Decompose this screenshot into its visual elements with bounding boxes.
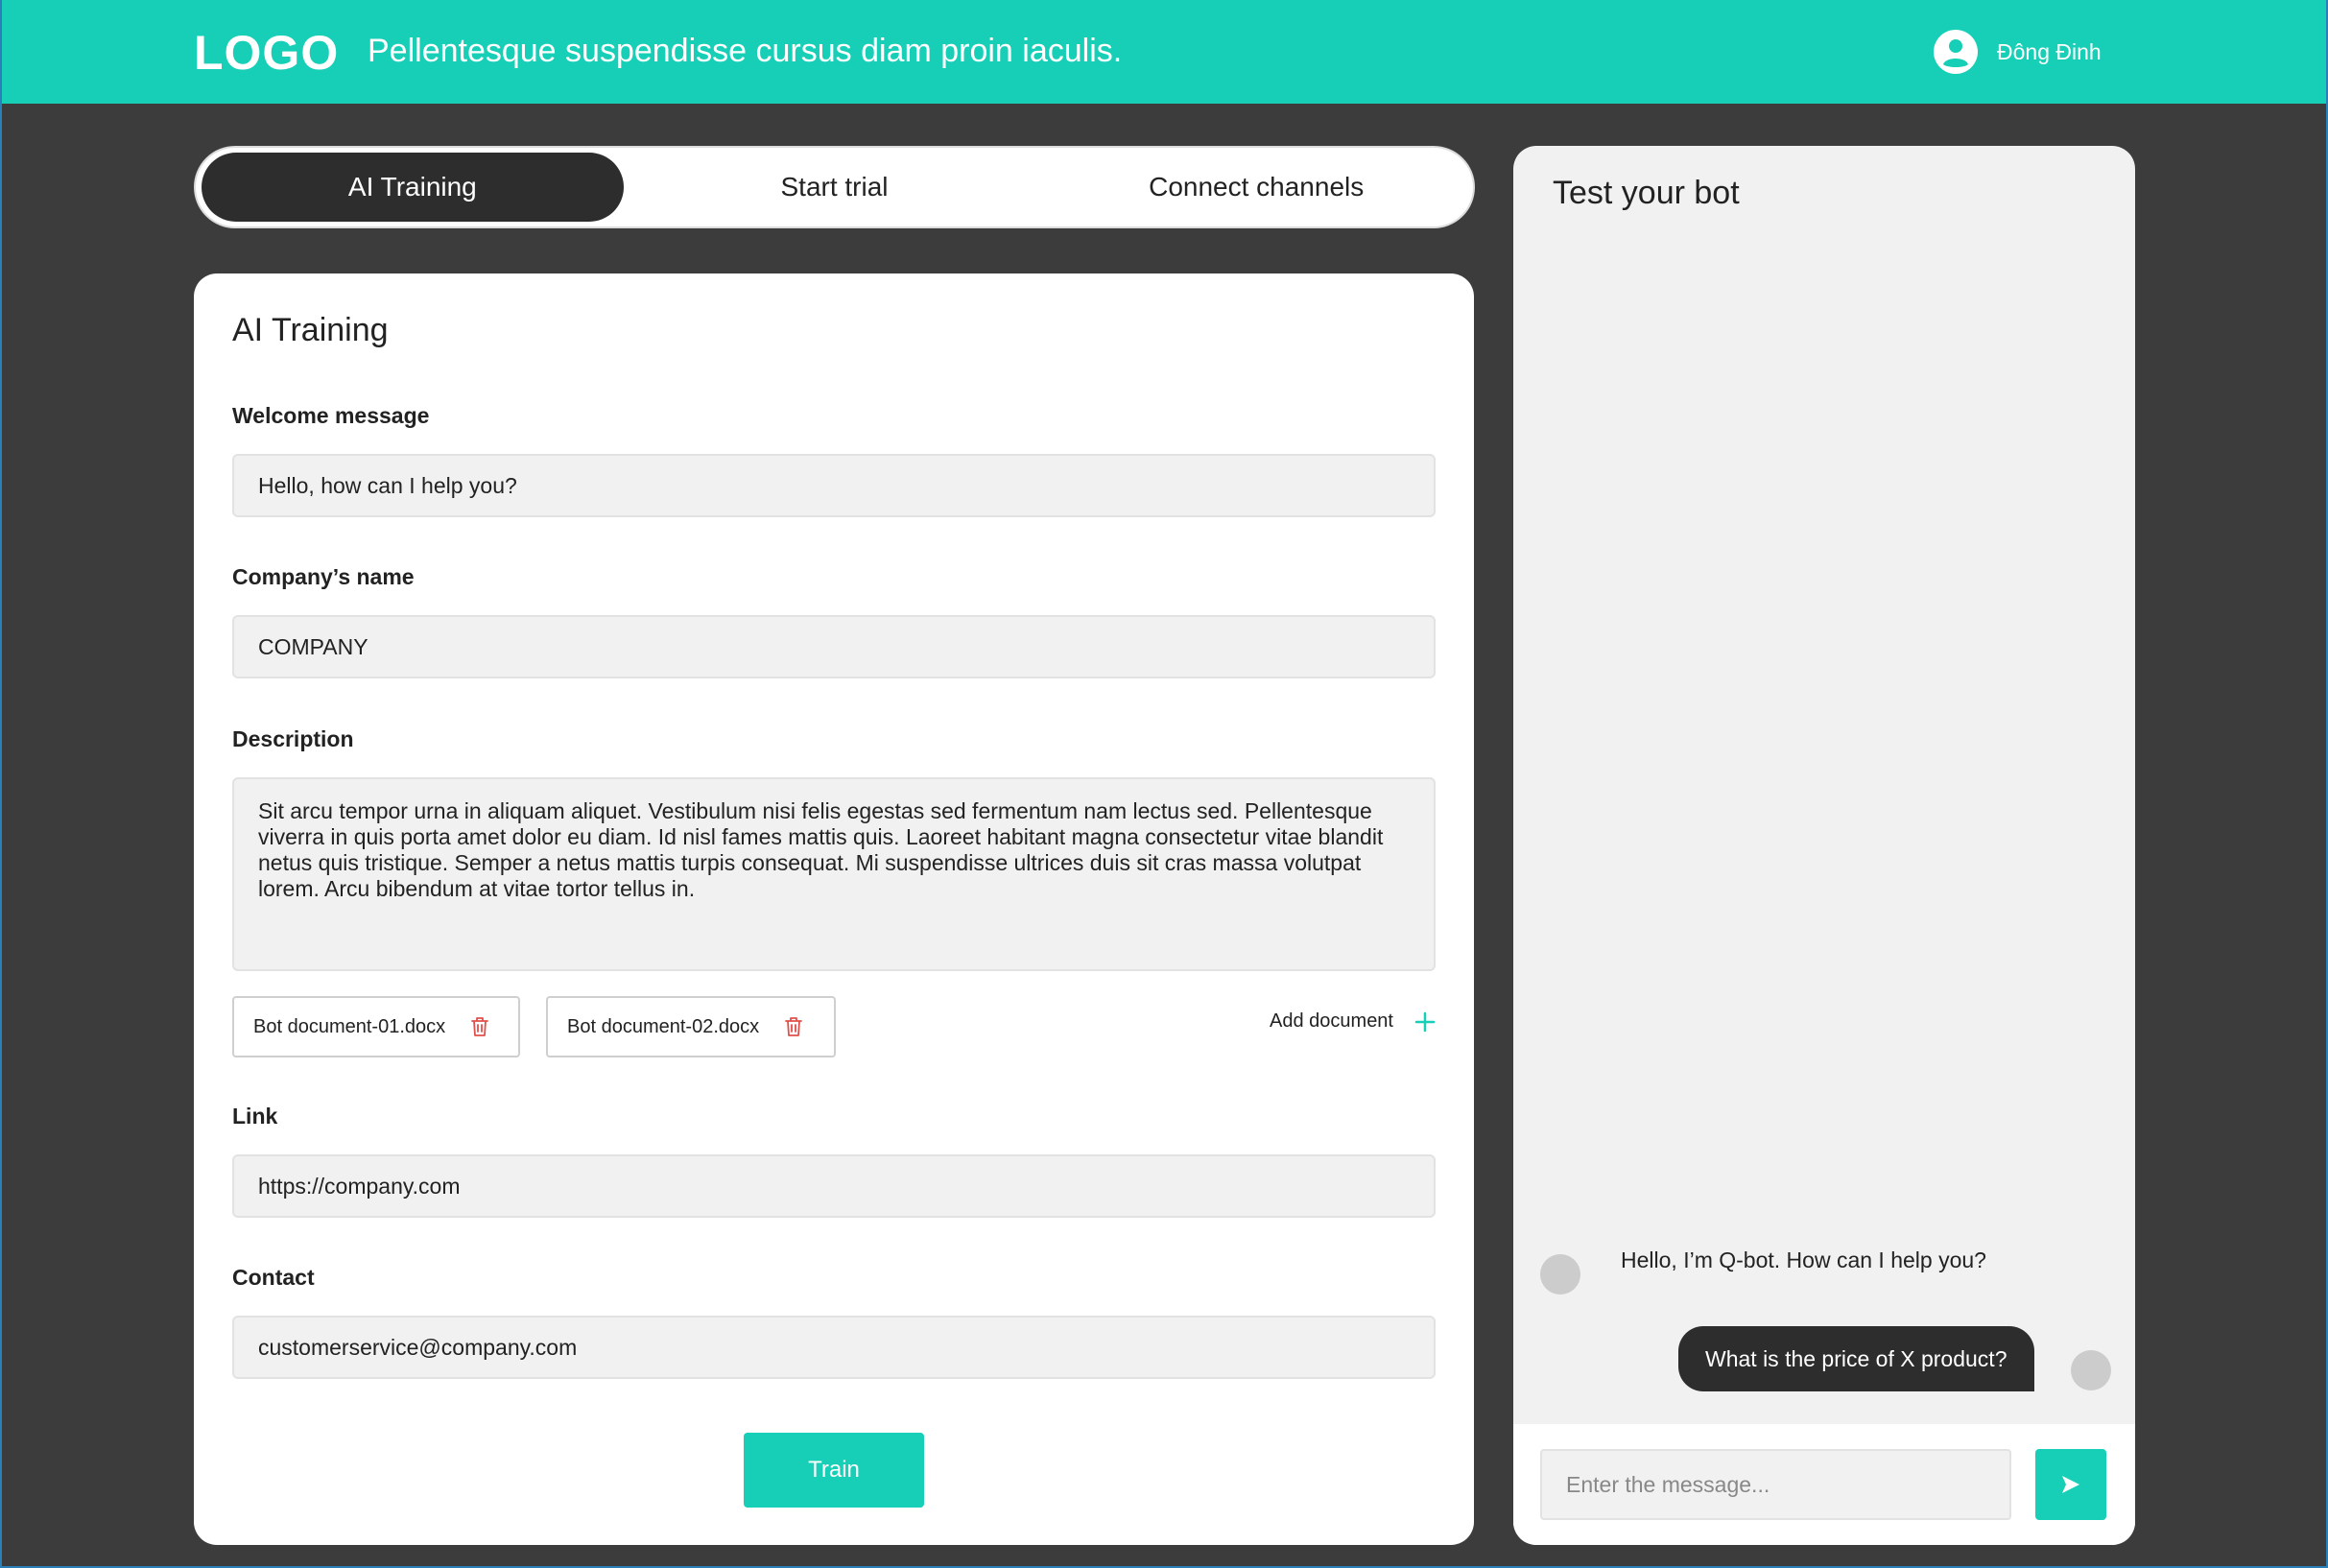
add-document-label: Add document	[1270, 1010, 1393, 1032]
user-message-bubble: What is the price of X product?	[1678, 1326, 2034, 1391]
chat-footer: Enter the message...	[1513, 1424, 2135, 1545]
send-icon	[2062, 1476, 2079, 1493]
message-input[interactable]: Enter the message...	[1540, 1449, 2011, 1520]
company-name-label: Company’s name	[232, 564, 415, 589]
document-name: Bot document-02.docx	[567, 1015, 760, 1037]
top-header: LOGO Pellentesque suspendisse cursus dia…	[2, 0, 2326, 104]
link-label: Link	[232, 1104, 278, 1128]
contact-label: Contact	[232, 1265, 315, 1290]
trash-icon[interactable]	[784, 1016, 803, 1037]
bot-message: Hello, I’m Q-bot. How can I help you?	[1621, 1247, 1986, 1272]
chat-title: Test your bot	[1553, 175, 1740, 211]
company-name-input[interactable]: COMPANY	[232, 615, 1436, 678]
tab-start-trial[interactable]: Start trial	[624, 153, 1046, 222]
tab-ai-training[interactable]: AI Training	[202, 153, 624, 222]
plus-icon	[1414, 1011, 1436, 1032]
document-name: Bot document-01.docx	[253, 1015, 446, 1037]
step-tabs: AI Training Start trial Connect channels	[194, 146, 1475, 228]
document-chip[interactable]: Bot document-01.docx	[232, 996, 520, 1057]
welcome-message-label: Welcome message	[232, 403, 430, 428]
trash-icon[interactable]	[470, 1016, 489, 1037]
card-title: AI Training	[232, 312, 389, 348]
add-document-button[interactable]: Add document	[1270, 1010, 1436, 1033]
description-label: Description	[232, 726, 354, 751]
send-button[interactable]	[2035, 1449, 2106, 1520]
logo[interactable]: LOGO	[194, 25, 339, 81]
test-bot-panel: Test your bot Hello, I’m Q-bot. How can …	[1513, 146, 2135, 1545]
tab-connect-channels[interactable]: Connect channels	[1045, 153, 1467, 222]
contact-input[interactable]: customerservice@company.com	[232, 1316, 1436, 1379]
user-avatar	[2071, 1350, 2111, 1390]
header-tagline: Pellentesque suspendisse cursus diam pro…	[368, 33, 1123, 69]
welcome-message-input[interactable]: Hello, how can I help you?	[232, 454, 1436, 517]
ai-training-card: AI Training Welcome message Hello, how c…	[194, 273, 1474, 1545]
user-name: Đông Đinh	[1997, 38, 2102, 64]
user-menu[interactable]: Đông Đinh	[1934, 30, 2102, 74]
description-textarea[interactable]: Sit arcu tempor urna in aliquam aliquet.…	[232, 777, 1436, 971]
app-frame: LOGO Pellentesque suspendisse cursus dia…	[0, 0, 2328, 1568]
user-circle-icon	[1934, 30, 1978, 74]
document-chip[interactable]: Bot document-02.docx	[546, 996, 836, 1057]
link-input[interactable]: https://company.com	[232, 1154, 1436, 1218]
bot-avatar	[1540, 1254, 1580, 1295]
train-button[interactable]: Train	[744, 1433, 924, 1508]
